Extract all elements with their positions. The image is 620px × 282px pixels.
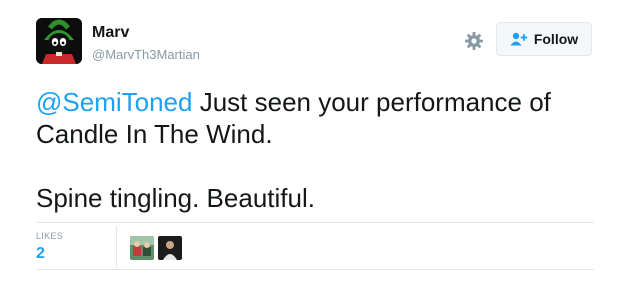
tweet-card: Marv @MarvTh3Martian Follow @SemiToned J… <box>0 0 620 282</box>
avatar-image <box>36 18 82 64</box>
tweet-line-1: @SemiToned Just seen your performance of <box>36 86 596 118</box>
tweet-line-2: Candle In The Wind. <box>36 119 273 149</box>
author-name[interactable]: Marv <box>92 23 129 43</box>
follow-button[interactable]: Follow <box>496 22 592 56</box>
liker-avatar-2-image <box>158 236 182 260</box>
author-handle[interactable]: @MarvTh3Martian <box>92 47 200 63</box>
stats-bottom-divider <box>36 269 594 270</box>
follow-button-label: Follow <box>533 31 579 47</box>
mention-link[interactable]: @SemiToned <box>36 87 192 117</box>
tweet-line-3: Spine tingling. Beautiful. <box>36 183 315 213</box>
stats-separator <box>116 226 117 268</box>
likes-label: LIKES <box>36 231 64 241</box>
liker-avatar-1-image <box>130 236 154 260</box>
tweet-text: @SemiToned Just seen your performance of… <box>36 86 596 214</box>
author-avatar[interactable] <box>36 18 82 64</box>
likes-count[interactable]: 2 <box>36 245 45 263</box>
stats-top-divider <box>36 222 594 223</box>
add-user-icon <box>510 32 528 46</box>
gear-icon[interactable] <box>464 31 484 51</box>
liker-avatar-1[interactable] <box>130 236 154 260</box>
tweet-line-1-text: Just seen your performance of <box>192 87 551 117</box>
liker-avatar-2[interactable] <box>158 236 182 260</box>
